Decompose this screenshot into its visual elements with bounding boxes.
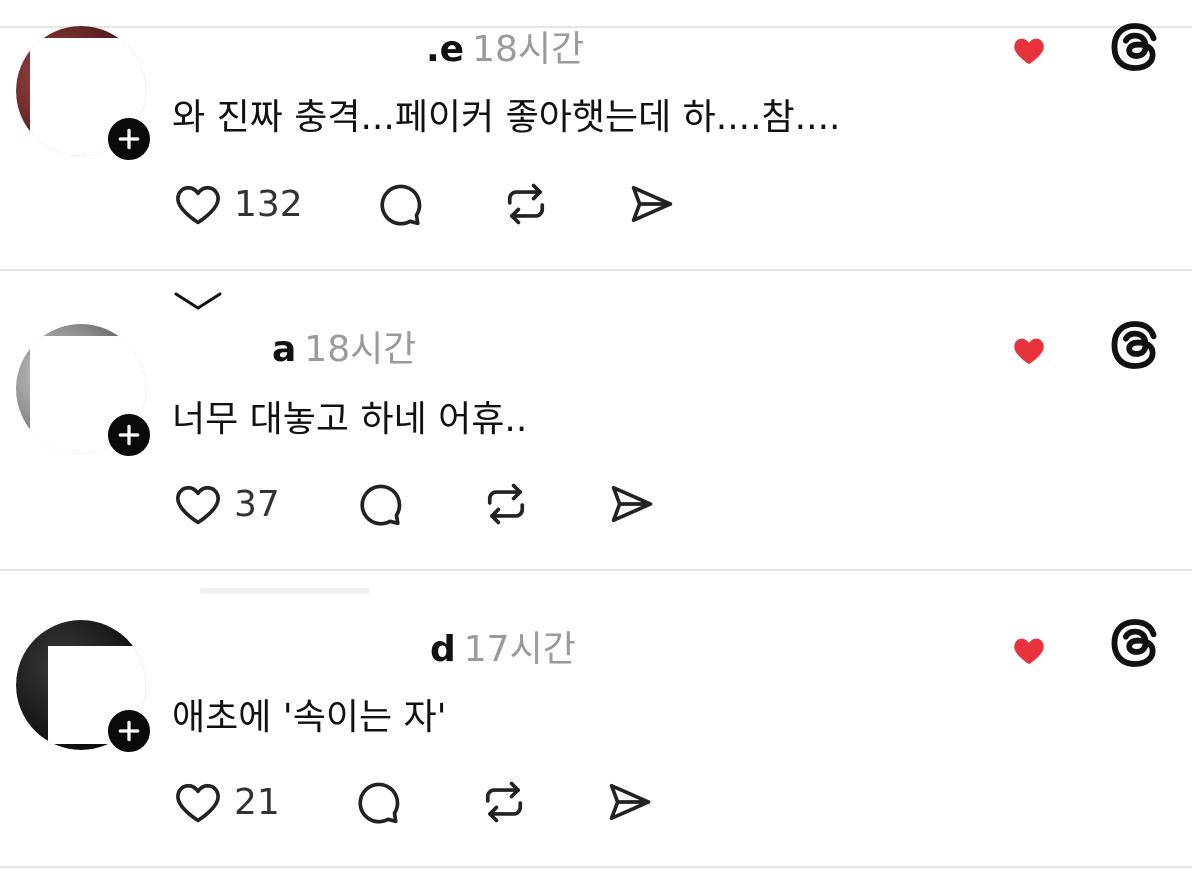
repost-button[interactable] [500,178,552,230]
send-icon [611,485,653,523]
post-meta: d 17시간 [430,620,576,670]
plus-icon [118,424,140,446]
like-button[interactable]: 37 [172,478,280,530]
share-button[interactable] [606,478,658,530]
like-button[interactable]: 21 [172,776,280,828]
reply-post: d 17시간 애초에 '속이는 자' 21 [0,570,1192,860]
username[interactable]: d [430,629,456,670]
post-text: 너무 대놓고 하네 어휴.. [172,399,528,440]
timestamp: 17시간 [463,629,576,670]
follow-button[interactable] [104,706,154,756]
heart-outline-icon [176,783,220,823]
repost-icon [487,483,525,525]
threads-logo-icon[interactable] [1106,614,1164,672]
repost-button[interactable] [478,776,530,828]
repost-button[interactable] [480,478,532,530]
liked-by-author-avatar [1046,324,1086,360]
comment-bubble-icon [358,782,400,824]
chevron-down-icon[interactable] [172,288,224,316]
repost-icon [507,183,545,225]
threads-logo-icon[interactable] [1106,316,1164,374]
share-button[interactable] [604,776,656,828]
post-text: 와 진짜 충격...페이커 좋아햇는데 하....참.... [172,97,841,138]
red-heart-icon [1014,38,1044,65]
comment-bubble-icon [360,484,402,526]
threads-feed: .e 18시간 와 진짜 충격...페이커 좋아햇는데 하....참.... 1… [0,0,1192,870]
reply-post: a 18시간 너무 대놓고 하네 어휴.. 37 [0,270,1192,560]
username[interactable]: .e [426,29,464,70]
heart-outline-icon [176,485,220,525]
send-icon [609,783,651,821]
red-heart-icon [1014,638,1044,665]
plus-icon [118,128,140,150]
threads-logo-icon[interactable] [1106,18,1164,76]
like-count: 37 [234,483,280,525]
post-text: 애초에 '속이는 자' [172,697,447,738]
reply-post: .e 18시간 와 진짜 충격...페이커 좋아햇는데 하....참.... 1… [0,0,1192,290]
comment-button[interactable] [374,178,426,230]
comment-button[interactable] [352,776,404,828]
divider [0,866,1192,868]
timestamp: 18시간 [472,29,585,70]
post-meta: a 18시간 [272,320,416,370]
send-icon [631,185,673,223]
liked-by-author-avatar [1046,30,1086,66]
username[interactable]: a [272,329,296,370]
follow-button[interactable] [104,410,154,460]
comment-bubble-icon [380,184,422,226]
post-meta: .e 18시간 [426,20,584,70]
plus-icon [118,720,140,742]
like-button[interactable]: 132 [172,178,303,230]
like-count: 132 [234,183,303,225]
repost-icon [485,781,523,823]
comment-button[interactable] [354,478,406,530]
share-button[interactable] [626,178,678,230]
faint-artifact [200,588,370,594]
liked-by-author-avatar [1046,624,1086,660]
heart-outline-icon [176,185,220,225]
like-count: 21 [234,781,280,823]
red-heart-icon [1014,338,1044,365]
timestamp: 18시간 [304,329,417,370]
follow-button[interactable] [104,114,154,164]
